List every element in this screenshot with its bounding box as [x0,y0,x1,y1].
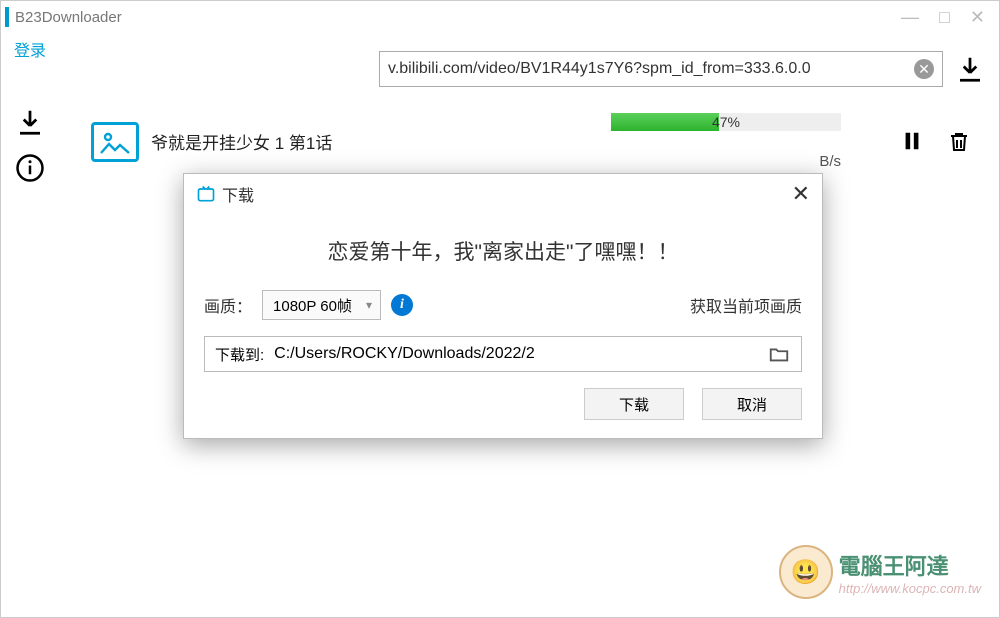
url-input[interactable]: v.bilibili.com/video/BV1R44y1s7Y6?spm_id… [379,51,943,87]
quality-label: 画质： [204,293,252,317]
watermark-url: http://www.kocpc.com.tw [839,581,981,596]
clear-url-button[interactable]: ✕ [914,59,934,79]
dialog-cancel-button[interactable]: 取消 [702,388,802,420]
download-dialog: 下载 ✕ 恋爱第十年，我"离家出走"了嘿嘿！！ 画质： 1080P 60帧 ▾ … [183,173,823,439]
progress-bar: 47% [611,113,841,131]
download-tab-icon[interactable] [15,107,45,137]
chevron-down-icon: ▾ [366,298,372,312]
start-download-button[interactable] [955,54,985,84]
dialog-title: 下载 [222,182,792,206]
watermark-face-icon: 😃 [779,545,833,599]
task-title: 爷就是开挂少女 1 第1话 [151,129,332,154]
quality-select[interactable]: 1080P 60帧 ▾ [262,290,381,320]
progress-label: 47% [611,113,841,131]
main-window: B23Downloader — □ ✕ 登录 [0,0,1000,618]
titlebar: B23Downloader — □ ✕ [1,1,999,33]
info-tab-icon[interactable] [15,153,45,183]
delete-button[interactable] [947,130,971,154]
path-value: C:/Users/ROCKY/Downloads/2022/2 [274,345,757,363]
watermark: 😃 電腦王阿達 http://www.kocpc.com.tw [779,545,981,599]
browse-folder-button[interactable] [767,343,791,365]
window-minimize-button[interactable]: — [901,7,919,28]
dialog-close-button[interactable]: ✕ [792,181,810,207]
app-title: B23Downloader [15,9,901,26]
download-path-row: 下载到: C:/Users/ROCKY/Downloads/2022/2 [204,336,802,372]
window-maximize-button[interactable]: □ [939,7,950,28]
login-link[interactable]: 登录 [14,37,46,61]
dialog-app-icon [196,184,216,204]
speed-label: B/s [819,153,841,170]
task-row: 爷就是开挂少女 1 第1话 47% B/s [69,113,985,170]
thumbnail-placeholder-icon [91,122,139,162]
path-label: 下载到: [215,344,264,365]
app-icon [5,7,9,27]
dialog-heading: 恋爱第十年，我"离家出走"了嘿嘿！！ [204,236,802,266]
window-close-button[interactable]: ✕ [970,7,985,28]
get-current-quality-button[interactable]: 获取当前项画质 [690,293,802,317]
dialog-download-button[interactable]: 下载 [584,388,684,420]
watermark-title: 電腦王阿達 [839,549,981,581]
url-text: v.bilibili.com/video/BV1R44y1s7Y6?spm_id… [388,60,914,78]
pause-button[interactable] [901,130,923,154]
info-icon[interactable]: i [391,294,413,316]
quality-value: 1080P 60帧 [273,295,352,316]
